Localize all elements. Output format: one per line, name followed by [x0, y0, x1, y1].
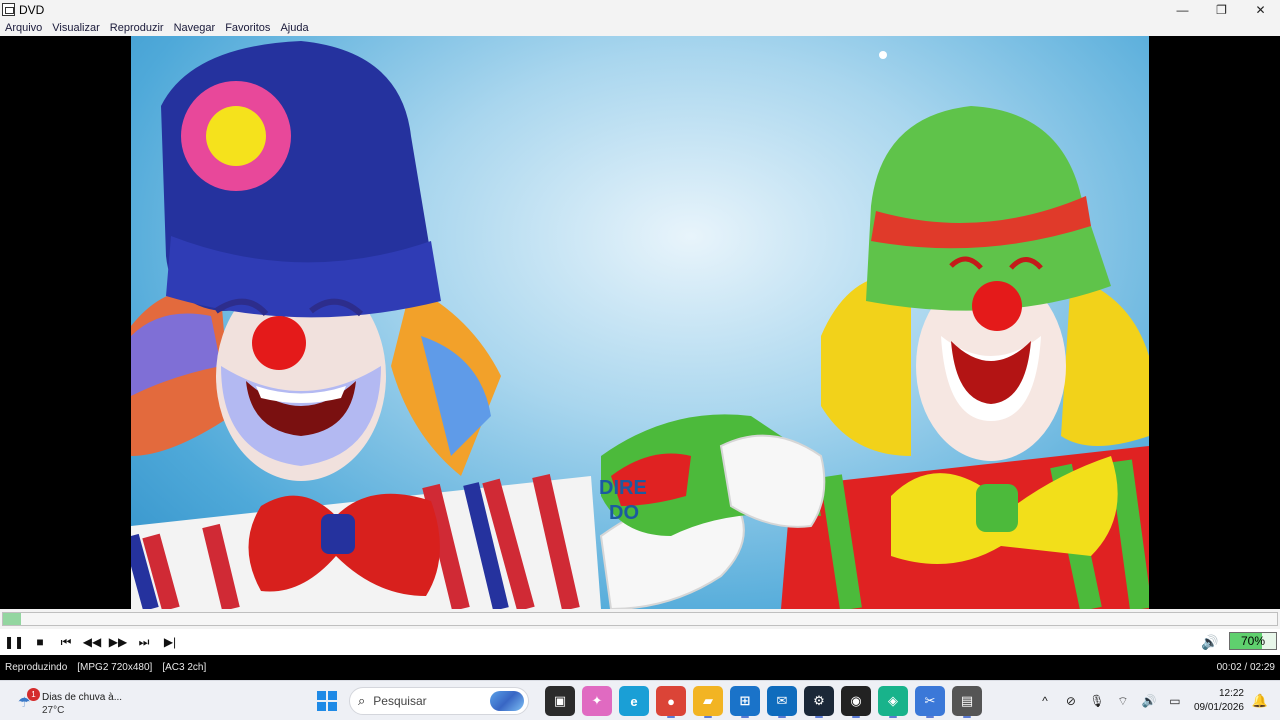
file-explorer-app-icon[interactable]: ▰: [693, 686, 723, 718]
frame-step-button[interactable]: ▶|: [157, 631, 183, 653]
wifi-icon[interactable]: ⌔: [1112, 690, 1134, 712]
clock[interactable]: 12:22 09/01/2026: [1194, 687, 1244, 715]
search-icon: ⌕: [358, 693, 366, 708]
edge-app-icon[interactable]: e: [619, 686, 649, 716]
chrome-app-icon[interactable]: ●: [656, 686, 686, 718]
dvd-player-app-icon[interactable]: ▤: [952, 686, 982, 718]
menu-reproduzir[interactable]: Reproduzir: [110, 22, 164, 34]
battery-icon[interactable]: ▭: [1164, 690, 1186, 712]
app-dark-app-icon[interactable]: ◉: [841, 686, 871, 718]
seek-bar-container: [0, 609, 1280, 629]
search-placeholder: Pesquisar: [373, 694, 427, 708]
video-area[interactable]: DIRE DO: [0, 36, 1280, 636]
window-controls: — ❐ ✕: [1163, 0, 1280, 19]
rewind-button[interactable]: ◀◀: [79, 631, 105, 653]
copilot-app-icon[interactable]: ✦: [582, 686, 612, 716]
menu-favoritos[interactable]: Favoritos: [225, 22, 270, 34]
speaker-icon[interactable]: 🔊: [1138, 690, 1160, 712]
microphone-icon[interactable]: 🎙: [1086, 690, 1108, 712]
title-bar: DVD — ❐ ✕: [0, 0, 1280, 19]
system-tray: ^ ⊘ 🎙 ⌔ 🔊 ▭ 12:22 09/01/2026 🔔: [1030, 685, 1270, 717]
audio-info: [AC3 2ch]: [162, 662, 207, 673]
volume-slider[interactable]: 70%: [1229, 632, 1277, 650]
seek-bar-progress: [3, 613, 21, 625]
window-title: DVD: [19, 2, 45, 17]
previous-chapter-button[interactable]: ⏮: [53, 631, 79, 653]
task-view-app-icon[interactable]: ▣: [545, 686, 575, 716]
status-bar: Reproduzindo [MPG2 720x480] [AC3 2ch] 00…: [0, 655, 1280, 680]
microsoft-store-app-icon[interactable]: ⊞: [730, 686, 760, 718]
weather-widget[interactable]: ☂ 1 Dias de chuva à... 27°C: [14, 686, 144, 716]
notification-bell-icon[interactable]: 🔔: [1250, 691, 1270, 711]
outlook-app-icon[interactable]: ✉: [767, 686, 797, 718]
network-off-icon[interactable]: ⊘: [1060, 690, 1082, 712]
weather-badge: 1: [27, 688, 40, 701]
start-button[interactable]: [313, 687, 341, 715]
video-text-1: DIRE: [599, 477, 647, 499]
stop-button[interactable]: ■: [27, 631, 53, 653]
fast-forward-button[interactable]: ▶▶: [105, 631, 131, 653]
next-chapter-button[interactable]: ⏭: [131, 631, 157, 653]
light-dot: [879, 51, 887, 59]
weather-title: Dias de chuva à...: [42, 692, 123, 703]
menu-arquivo[interactable]: Arquivo: [5, 22, 42, 34]
volume-icon[interactable]: 🔊: [1198, 631, 1222, 653]
playback-state: Reproduzindo: [5, 662, 68, 673]
dvd-app-icon: [2, 3, 15, 16]
minimize-button[interactable]: —: [1163, 0, 1202, 19]
app-green-app-icon[interactable]: ◈: [878, 686, 908, 718]
show-hidden-icons-chevron-icon[interactable]: ^: [1034, 690, 1056, 712]
clock-date: 09/01/2026: [1193, 702, 1244, 713]
weather-temperature: 27°C: [42, 705, 65, 716]
menu-navegar[interactable]: Navegar: [174, 22, 216, 34]
close-button[interactable]: ✕: [1241, 0, 1280, 19]
steam-app-icon[interactable]: ⚙: [804, 686, 834, 718]
taskbar: ☂ 1 Dias de chuva à... 27°C ⌕ Pesquisar …: [0, 680, 1280, 720]
clock-time: 12:22: [1218, 688, 1244, 699]
menu-ajuda[interactable]: Ajuda: [280, 22, 308, 34]
video-info: [MPG2 720x480]: [77, 662, 153, 673]
video-frame[interactable]: DIRE DO: [131, 36, 1149, 609]
pause-button[interactable]: ❚❚: [1, 631, 27, 653]
playback-controls: ❚❚ ■ ⏮ ◀◀ ▶▶ ⏭ ▶| 🔊 70%: [0, 629, 1280, 655]
snipping-tool-app-icon[interactable]: ✂: [915, 686, 945, 718]
search-highlight-image: [490, 691, 524, 711]
restore-button[interactable]: ❐: [1202, 0, 1241, 19]
windows-logo-icon: [317, 691, 337, 711]
seek-bar[interactable]: [2, 612, 1278, 626]
video-frame-picture: DIRE DO: [131, 41, 1149, 609]
taskbar-center: ⌕ Pesquisar ▣ ✦ e ● ▰ ⊞ ✉ ⚙ ◉ ◈ ✂ ▤: [313, 685, 989, 718]
menu-bar: Arquivo Visualizar Reproduzir Navegar Fa…: [0, 19, 1280, 36]
pinned-apps: ▣ ✦ e ● ▰ ⊞ ✉ ⚙ ◉ ◈ ✂ ▤: [545, 686, 989, 718]
taskbar-search[interactable]: ⌕ Pesquisar: [349, 687, 529, 715]
time-display: 00:02 / 02:29: [1216, 662, 1275, 673]
menu-visualizar[interactable]: Visualizar: [52, 22, 100, 34]
video-text-2: DO: [609, 502, 639, 524]
